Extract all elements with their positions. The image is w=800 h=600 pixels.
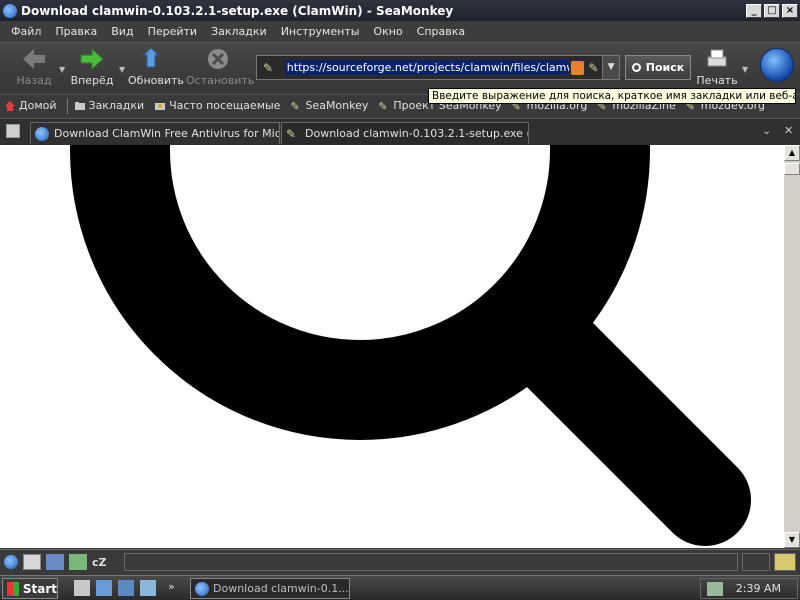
bookmark-most-visited[interactable]: Часто посещаемые [154,99,280,112]
security-lock-icon [774,553,796,571]
mail-icon[interactable] [23,554,41,570]
tab-label: Download ClamWin Free Antivirus for Micr… [54,127,279,140]
close-button[interactable]: × [782,3,798,18]
page-proxy-icon[interactable]: ✎ [263,61,277,75]
bookmark-icon: ✎ [290,99,300,113]
print-label: Печать [696,74,738,87]
stop-label: Остановить [186,74,255,87]
quicklaunch-media-icon[interactable] [140,580,156,596]
menu-edit[interactable]: Правка [48,25,104,38]
separator [66,97,68,114]
bookmark-pin-icon[interactable]: ✎ [588,61,602,75]
bookmark-bookmarks-label: Закладки [88,99,145,112]
tab-clamwin-setup-download[interactable]: ✎ Download clamwin-0.103.2.1-setup.exe (… [281,122,529,144]
minimize-button[interactable]: _ [746,3,762,18]
magnifier-icon [70,145,751,546]
tab-label: Download clamwin-0.103.2.1-setup.exe (Cl… [305,127,529,140]
tab-bar: Download ClamWin Free Antivirus for Micr… [0,118,800,145]
bookmark-seamonkey[interactable]: ✎ SeaMonkey [290,99,369,113]
quicklaunch-show-desktop-icon[interactable] [74,580,90,596]
search-label: Поиск [645,61,685,74]
chatzilla-label[interactable]: cZ [92,556,107,569]
windows-taskbar: Start » Download clamwin-0.1... 2:39 AM [0,575,800,600]
seamonkey-throbber-icon[interactable] [760,48,794,82]
quicklaunch-browser-icon[interactable] [118,580,134,596]
menu-view[interactable]: Вид [104,25,140,38]
tab-list-chevron-icon[interactable]: ⌄ [762,124,771,137]
clock[interactable]: 2:39 AM [736,582,781,595]
quicklaunch-overflow-chevron[interactable]: » [168,580,175,593]
home-icon [5,100,15,111]
menu-help[interactable]: Справка [410,25,472,38]
title-bar: Download clamwin-0.103.2.1-setup.exe (Cl… [0,0,800,21]
url-bar[interactable]: ✎ https://sourceforge.net/projects/clamw… [256,55,620,80]
bookmark-bookmarks-folder[interactable]: Закладки [74,99,145,112]
scroll-thumb[interactable] [784,163,800,175]
stop-button[interactable]: Остановить [186,47,254,87]
bookmark-home[interactable]: Домой [4,99,57,112]
new-tab-icon[interactable] [6,124,20,138]
start-label: Start [22,581,57,596]
url-history-dropdown[interactable]: ▼ [602,56,619,79]
seamonkey-tab-icon [35,126,49,141]
windows-logo-icon [7,581,19,596]
reload-button[interactable]: Обновить [128,47,184,87]
address-book-icon[interactable] [69,554,87,570]
search-icon [631,63,641,72]
system-tray: 2:39 AM [700,578,798,599]
scroll-down-button[interactable]: ▼ [784,532,800,548]
start-button[interactable]: Start [2,578,58,599]
close-tab-icon[interactable]: ✕ [784,124,793,137]
reload-label: Обновить [128,74,184,87]
folder-star-icon [155,102,166,110]
search-button[interactable]: Поиск [625,55,691,80]
forward-arrow-icon [80,47,104,71]
bookmark-most-visited-label: Часто посещаемые [169,99,281,112]
print-button[interactable]: Печать [695,47,739,87]
window-title: Download clamwin-0.103.2.1-setup.exe (Cl… [21,3,454,18]
page-content [0,145,784,548]
navigator-icon[interactable] [4,555,18,569]
maximize-button[interactable]: □ [764,3,780,18]
online-status-icon[interactable] [742,553,770,571]
menu-window[interactable]: Окно [366,25,409,38]
menu-go[interactable]: Перейти [141,25,205,38]
vertical-scrollbar[interactable]: ▲ ▼ [784,145,800,548]
task-label: Download clamwin-0.1... [213,582,349,595]
back-button[interactable]: Назад [14,47,54,87]
status-text-field [124,553,738,571]
bookmark-tab-icon: ✎ [286,126,297,141]
url-input[interactable]: https://sourceforge.net/projects/clamwin… [284,60,569,75]
reload-icon [142,47,160,68]
print-options-chevron-icon[interactable]: ▼ [742,65,748,74]
back-history-chevron-icon[interactable]: ▼ [59,65,65,74]
back-label: Назад [16,74,52,87]
forward-label: Вперёд [70,74,114,87]
bookmark-icon: ✎ [378,99,388,113]
back-arrow-icon [23,49,45,69]
seamonkey-task-icon [195,581,209,596]
bookmark-seamonkey-label: SeaMonkey [305,99,369,112]
menu-bookmarks[interactable]: Закладки [204,25,274,38]
stop-icon [208,49,228,69]
menu-tools[interactable]: Инструменты [274,25,367,38]
rss-feed-icon[interactable] [570,60,585,75]
status-bar: cZ [0,549,800,574]
scroll-up-button[interactable]: ▲ [784,145,800,161]
url-tooltip: Введите выражение для поиска, краткое им… [428,88,796,104]
composer-icon[interactable] [46,554,64,570]
network-tray-icon[interactable] [707,581,723,596]
menu-bar: Файл Правка Вид Перейти Закладки Инструм… [0,21,800,42]
forward-history-chevron-icon[interactable]: ▼ [119,65,125,74]
folder-icon [74,101,85,110]
menu-file[interactable]: Файл [4,25,48,38]
tab-clamwin-antivirus[interactable]: Download ClamWin Free Antivirus for Micr… [30,122,280,144]
bookmark-home-label: Домой [19,99,57,112]
quicklaunch-explorer-icon[interactable] [96,580,112,596]
navigation-toolbar: Назад ▼ Вперёд ▼ Обновить Остановить ✎ h… [0,42,800,92]
taskbar-seamonkey-window[interactable]: Download clamwin-0.1... [190,578,350,599]
forward-button[interactable]: Вперёд [68,47,116,87]
seamonkey-app-icon[interactable] [3,3,17,18]
printer-icon [707,49,727,67]
